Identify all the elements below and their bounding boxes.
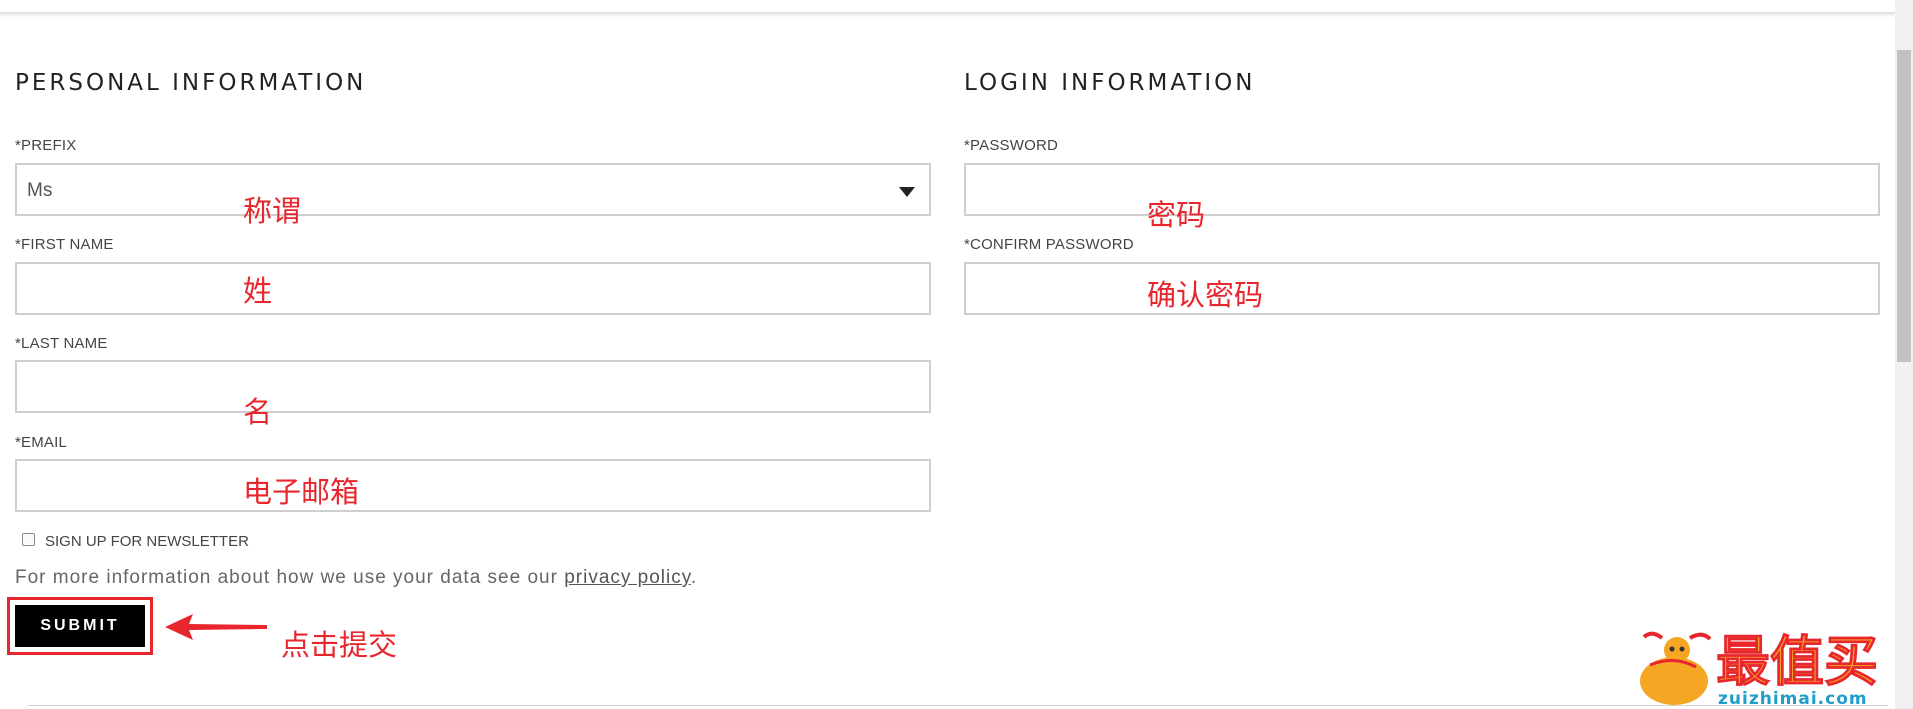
annotation-confirm-password: 确认密码: [1147, 278, 1264, 312]
email-input[interactable]: [17, 461, 929, 510]
first-name-input[interactable]: [17, 264, 929, 313]
gourd-mascot-logo: 最值买 zuizhimai.com: [1640, 630, 1879, 709]
annotation-prefix: 称谓: [243, 194, 302, 228]
email-label: *EMAIL: [15, 434, 68, 451]
prefix-label: *PREFIX: [15, 137, 77, 154]
scrollbar-thumb[interactable]: [1897, 50, 1911, 362]
bottom-divider: [28, 705, 1888, 706]
password-input[interactable]: [966, 165, 1878, 214]
privacy-policy-link[interactable]: privacy policy: [564, 567, 691, 588]
last-name-field-box[interactable]: [15, 360, 931, 413]
submit-button[interactable]: SUBMIT: [15, 605, 145, 647]
confirm-password-label: *CONFIRM PASSWORD: [964, 236, 1134, 253]
vertical-scrollbar[interactable]: [1895, 0, 1913, 709]
newsletter-label[interactable]: SIGN UP FOR NEWSLETTER: [45, 533, 249, 550]
password-label: *PASSWORD: [964, 137, 1059, 154]
left-arrow-icon: [165, 614, 267, 640]
prefix-select[interactable]: Ms: [15, 163, 931, 216]
privacy-info-text: For more information about how we use yo…: [15, 567, 697, 589]
password-field-box[interactable]: [964, 163, 1880, 216]
caret-down-icon[interactable]: [899, 187, 915, 197]
personal-information-title: PERSONAL INFORMATION: [15, 70, 367, 96]
annotation-last-name: 名: [243, 395, 273, 429]
privacy-info-suffix: .: [690, 567, 698, 588]
last-name-input[interactable]: [17, 362, 929, 411]
confirm-password-field-box[interactable]: [964, 262, 1880, 315]
top-header-bar: [0, 0, 1895, 13]
last-name-label: *LAST NAME: [15, 335, 108, 352]
first-name-field-box[interactable]: [15, 262, 931, 315]
confirm-password-input[interactable]: [966, 264, 1878, 313]
login-information-title: LOGIN INFORMATION: [964, 70, 1256, 96]
newsletter-checkbox[interactable]: [22, 533, 35, 546]
annotation-password: 密码: [1147, 198, 1206, 232]
logo-brand-text: 最值买: [1716, 630, 1878, 693]
logo-domain-text: zuizhimai.com: [1718, 689, 1868, 709]
first-name-label: *FIRST NAME: [15, 236, 114, 253]
annotation-first-name: 姓: [243, 274, 273, 308]
annotation-email: 电子邮箱: [243, 475, 360, 509]
privacy-info-prefix: For more information about how we use yo…: [15, 567, 565, 588]
annotation-submit: 点击提交: [281, 628, 398, 662]
prefix-selected-value: Ms: [27, 180, 53, 201]
email-field-box[interactable]: [15, 459, 931, 512]
